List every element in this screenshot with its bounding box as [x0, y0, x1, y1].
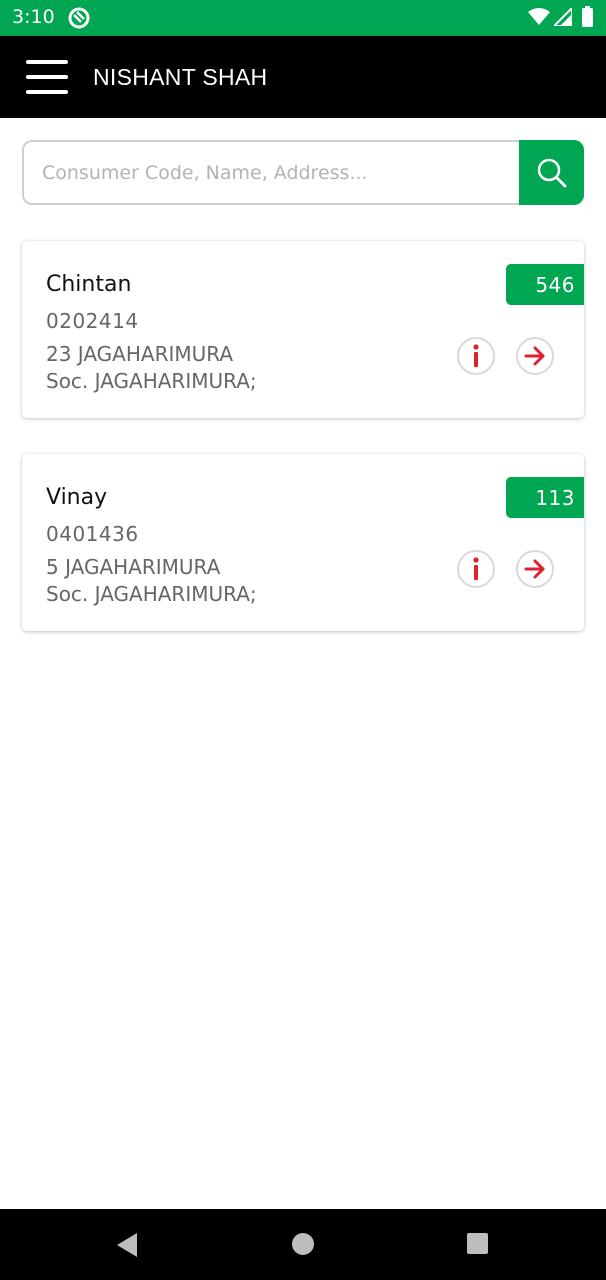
back-icon[interactable]: [116, 1232, 138, 1258]
search-bar: [22, 140, 584, 205]
info-icon: [473, 557, 479, 580]
consumer-address-line2: Soc. JAGAHARIMURA;: [46, 369, 257, 393]
battery-icon: [582, 6, 593, 27]
info-button[interactable]: [457, 337, 495, 375]
consumer-name: Vinay: [46, 485, 108, 510]
info-icon: [473, 344, 479, 367]
signal-icon: [554, 8, 572, 26]
consumer-badge: 113: [506, 477, 584, 518]
page-title: NISHANT SHAH: [93, 64, 268, 90]
consumer-badge: 546: [506, 264, 584, 305]
hamburger-menu-icon[interactable]: [26, 60, 68, 94]
search-button[interactable]: [519, 140, 584, 205]
wifi-icon: [528, 8, 550, 25]
consumer-code: 0401436: [46, 522, 139, 546]
open-consumer-button[interactable]: [516, 337, 554, 375]
info-button[interactable]: [457, 550, 495, 588]
recents-icon[interactable]: [467, 1233, 488, 1254]
consumer-code: 0202414: [46, 309, 139, 333]
consumer-card[interactable]: Chintan 0202414 23 JAGAHARIMURA Soc. JAG…: [22, 241, 584, 418]
status-bar: 3:10: [0, 0, 606, 36]
status-time: 3:10: [12, 6, 55, 28]
search-input[interactable]: [22, 140, 522, 205]
search-icon: [537, 158, 566, 187]
app-bar: NISHANT SHAH: [0, 36, 606, 118]
arrow-right-icon: [524, 346, 545, 366]
app-notification-icon: [68, 7, 90, 29]
open-consumer-button[interactable]: [516, 550, 554, 588]
consumer-address-line1: 23 JAGAHARIMURA: [46, 342, 234, 366]
consumer-address-line1: 5 JAGAHARIMURA: [46, 555, 221, 579]
consumer-address-line2: Soc. JAGAHARIMURA;: [46, 582, 257, 606]
home-icon[interactable]: [292, 1233, 314, 1255]
arrow-right-icon: [524, 559, 545, 579]
consumer-name: Chintan: [46, 272, 132, 297]
consumer-card[interactable]: Vinay 0401436 5 JAGAHARIMURA Soc. JAGAHA…: [22, 454, 584, 631]
navigation-bar: [0, 1209, 606, 1280]
